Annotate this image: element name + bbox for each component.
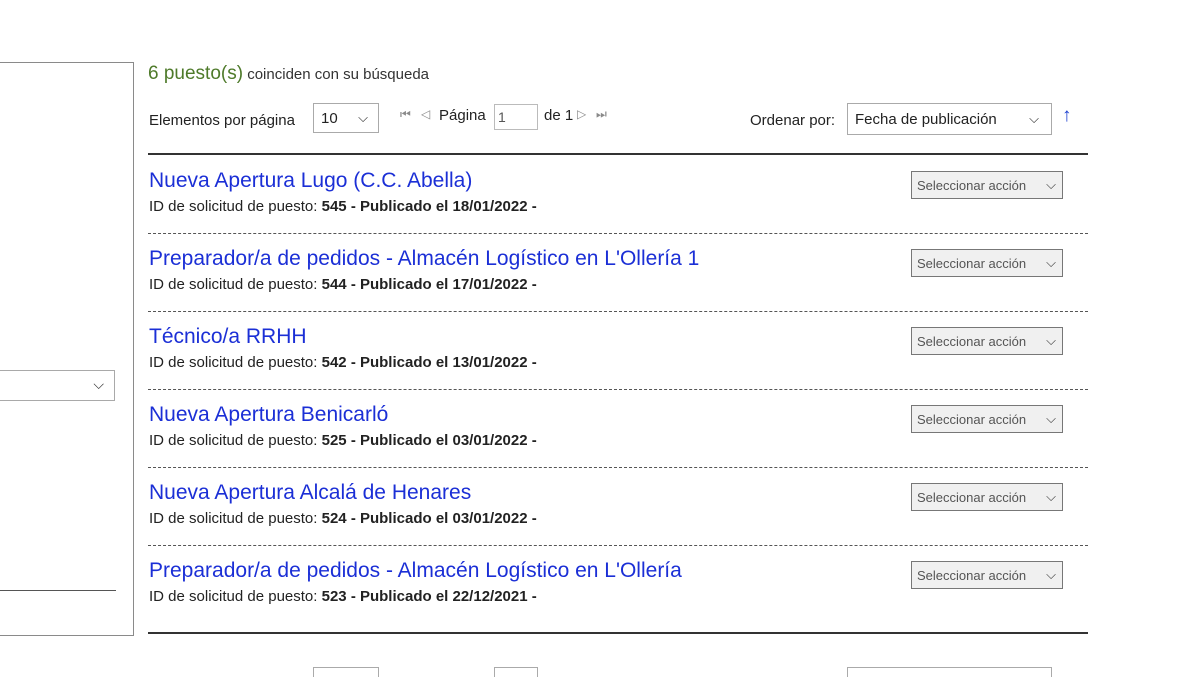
job-item: Nueva Apertura Benicarló ID de solicitud… — [148, 390, 1088, 468]
results-count-suffix: coinciden con su búsqueda — [243, 66, 430, 83]
results-toolbar: Elementos por página 10 ⌵ ⏮ ◁ Página de … — [148, 103, 1088, 135]
job-id: 542 — [321, 354, 347, 371]
last-page-icon[interactable]: ⏭ — [596, 107, 607, 122]
per-page-select[interactable]: 10 ⌵ — [313, 103, 379, 133]
chevron-down-icon: ⌵ — [1046, 411, 1056, 426]
results-count-number: 6 puesto(s) — [148, 63, 244, 84]
job-title-link[interactable]: Nueva Apertura Benicarló — [149, 403, 388, 427]
sort-label: Ordenar por: — [750, 112, 836, 129]
next-page-icon[interactable]: ▷ — [577, 107, 586, 121]
filter-panel — [0, 62, 134, 636]
job-id-label: ID de solicitud de puesto: — [149, 510, 318, 527]
chevron-down-icon: ⌵ — [93, 376, 104, 392]
job-id-label: ID de solicitud de puesto: — [149, 354, 318, 371]
sort-direction-arrow-up-icon[interactable]: ↑ — [1062, 105, 1072, 127]
job-item: Técnico/a RRHH ID de solicitud de puesto… — [148, 312, 1088, 390]
job-item: Preparador/a de pedidos - Almacén Logíst… — [148, 234, 1088, 312]
sort-value: Fecha de publicación — [855, 111, 997, 128]
job-title-link[interactable]: Nueva Apertura Alcalá de Henares — [149, 481, 471, 505]
job-published: - Publicado el 03/01/2022 - — [350, 432, 537, 449]
job-meta: ID de solicitud de puesto: 544 - Publica… — [149, 276, 537, 293]
select-action-label: Seleccionar acción — [917, 256, 1027, 271]
select-action-button[interactable]: Seleccionar acción ⌵ — [911, 171, 1063, 199]
first-page-icon[interactable]: ⏮ — [400, 107, 411, 122]
page-label: Página — [439, 107, 486, 124]
chevron-down-icon: ⌵ — [358, 110, 368, 125]
job-title-link[interactable]: Preparador/a de pedidos - Almacén Logíst… — [149, 559, 682, 583]
page-number-input[interactable] — [494, 104, 538, 130]
job-meta: ID de solicitud de puesto: 542 - Publica… — [149, 354, 537, 371]
job-published: - Publicado el 18/01/2022 - — [350, 198, 537, 215]
per-page-label: Elementos por página — [149, 112, 295, 129]
chevron-down-icon: ⌵ — [1046, 567, 1056, 582]
job-id: 544 — [321, 276, 347, 293]
chevron-down-icon: ⌵ — [1046, 489, 1056, 504]
job-title-link[interactable]: Preparador/a de pedidos - Almacén Logíst… — [149, 247, 699, 271]
select-action-button[interactable]: Seleccionar acción ⌵ — [911, 483, 1063, 511]
job-meta: ID de solicitud de puesto: 523 - Publica… — [149, 588, 537, 605]
job-title-link[interactable]: Técnico/a RRHH — [149, 325, 307, 349]
job-item: Nueva Apertura Lugo (C.C. Abella) ID de … — [148, 156, 1088, 234]
job-id: 523 — [321, 588, 347, 605]
job-id: 545 — [321, 198, 347, 215]
per-page-select-bottom[interactable] — [313, 667, 379, 677]
job-id-label: ID de solicitud de puesto: — [149, 198, 318, 215]
list-top-divider — [148, 153, 1088, 155]
chevron-down-icon: ⌵ — [1046, 333, 1056, 348]
chevron-down-icon: ⌵ — [1029, 111, 1039, 126]
chevron-down-icon: ⌵ — [1046, 177, 1056, 192]
job-published: - Publicado el 22/12/2021 - — [350, 588, 537, 605]
job-list: Nueva Apertura Lugo (C.C. Abella) ID de … — [148, 156, 1088, 624]
job-published: - Publicado el 17/01/2022 - — [350, 276, 537, 293]
filter-input-underline[interactable] — [0, 590, 116, 591]
job-id: 524 — [321, 510, 347, 527]
filter-dropdown[interactable]: ⌵ — [0, 370, 115, 401]
per-page-value: 10 — [321, 110, 338, 127]
select-action-button[interactable]: Seleccionar acción ⌵ — [911, 405, 1063, 433]
job-id-label: ID de solicitud de puesto: — [149, 276, 318, 293]
job-item: Nueva Apertura Alcalá de Henares ID de s… — [148, 468, 1088, 546]
chevron-down-icon: ⌵ — [1046, 255, 1056, 270]
select-action-button[interactable]: Seleccionar acción ⌵ — [911, 561, 1063, 589]
sort-select[interactable]: Fecha de publicación ⌵ — [847, 103, 1052, 135]
select-action-label: Seleccionar acción — [917, 412, 1027, 427]
select-action-button[interactable]: Seleccionar acción ⌵ — [911, 249, 1063, 277]
job-item: Preparador/a de pedidos - Almacén Logíst… — [148, 546, 1088, 624]
select-action-button[interactable]: Seleccionar acción ⌵ — [911, 327, 1063, 355]
job-meta: ID de solicitud de puesto: 545 - Publica… — [149, 198, 537, 215]
select-action-label: Seleccionar acción — [917, 178, 1027, 193]
sort-select-bottom[interactable] — [847, 667, 1052, 677]
job-id-label: ID de solicitud de puesto: — [149, 432, 318, 449]
select-action-label: Seleccionar acción — [917, 568, 1027, 583]
job-id: 525 — [321, 432, 347, 449]
select-action-label: Seleccionar acción — [917, 490, 1027, 505]
list-bottom-divider — [148, 632, 1088, 634]
job-title-link[interactable]: Nueva Apertura Lugo (C.C. Abella) — [149, 169, 472, 193]
prev-page-icon[interactable]: ◁ — [421, 107, 430, 121]
select-action-label: Seleccionar acción — [917, 334, 1027, 349]
job-published: - Publicado el 03/01/2022 - — [350, 510, 537, 527]
job-meta: ID de solicitud de puesto: 525 - Publica… — [149, 432, 537, 449]
page-number-input-bottom[interactable] — [494, 667, 538, 677]
results-count: 6 puesto(s) coinciden con su búsqueda — [148, 63, 429, 85]
job-meta: ID de solicitud de puesto: 524 - Publica… — [149, 510, 537, 527]
job-id-label: ID de solicitud de puesto: — [149, 588, 318, 605]
page-of-label: de 1 — [544, 107, 574, 124]
job-published: - Publicado el 13/01/2022 - — [350, 354, 537, 371]
